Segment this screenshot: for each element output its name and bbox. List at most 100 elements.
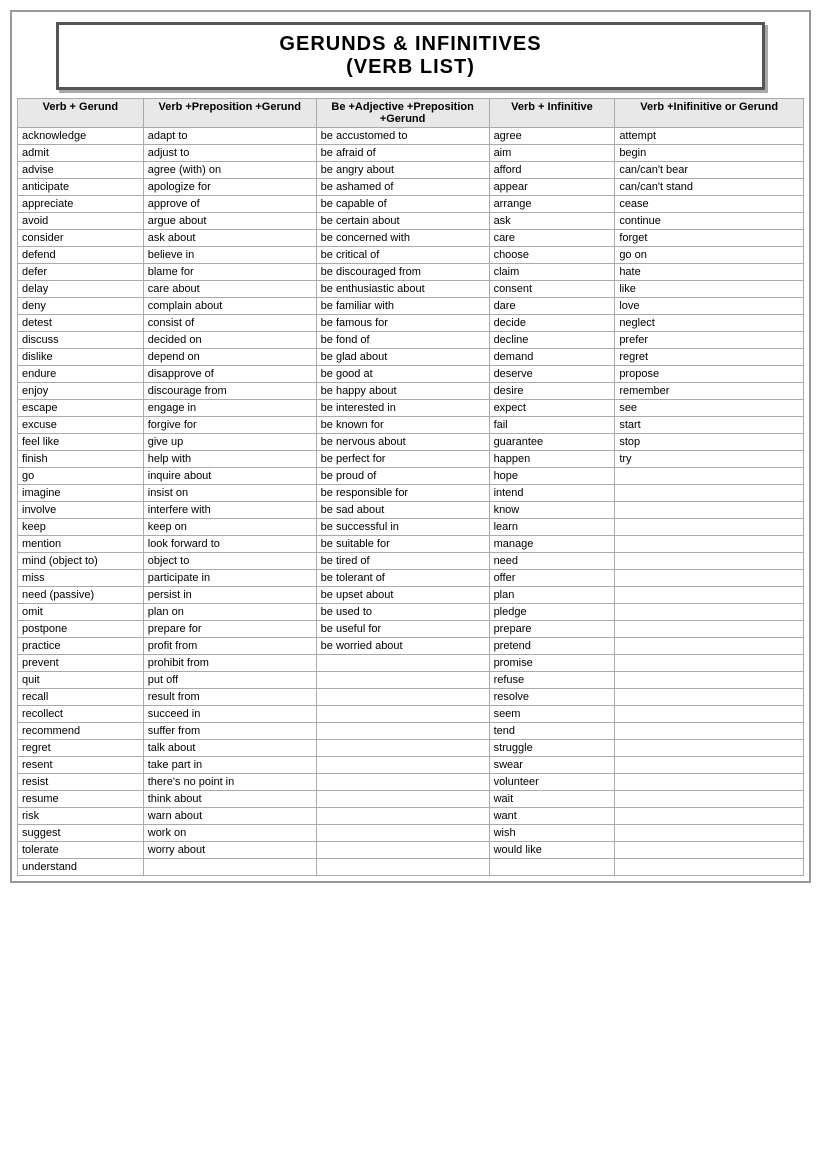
table-cell: miss (18, 570, 144, 587)
table-cell: defend (18, 247, 144, 264)
table-cell: manage (489, 536, 615, 553)
table-cell: delay (18, 281, 144, 298)
table-cell (615, 740, 804, 757)
table-cell (615, 808, 804, 825)
table-cell: need (passive) (18, 587, 144, 604)
table-cell: can/can't stand (615, 179, 804, 196)
table-row: adviseagree (with) onbe angry aboutaffor… (18, 162, 804, 179)
table-cell: keep (18, 519, 144, 536)
table-cell: prohibit from (143, 655, 316, 672)
table-cell: stop (615, 434, 804, 451)
table-cell: finish (18, 451, 144, 468)
table-row: avoidargue aboutbe certain aboutaskconti… (18, 213, 804, 230)
table-cell: struggle (489, 740, 615, 757)
title-box: GERUNDS & INFINITIVES (VERB LIST) (56, 22, 764, 90)
table-row: detestconsist ofbe famous fordecidenegle… (18, 315, 804, 332)
table-cell (615, 791, 804, 808)
table-cell: understand (18, 859, 144, 876)
table-row: recallresult fromresolve (18, 689, 804, 706)
table-row: preventprohibit frompromise (18, 655, 804, 672)
table-cell: decided on (143, 332, 316, 349)
table-cell: be responsible for (316, 485, 489, 502)
table-cell: happen (489, 451, 615, 468)
table-cell: ask about (143, 230, 316, 247)
table-cell: decide (489, 315, 615, 332)
table-row: delaycare aboutbe enthusiastic aboutcons… (18, 281, 804, 298)
table-row: imagineinsist onbe responsible forintend (18, 485, 804, 502)
main-table: Verb + Gerund Verb +Preposition +Gerund … (17, 98, 804, 876)
title-line1: GERUNDS & INFINITIVES (69, 33, 751, 56)
table-cell: tolerate (18, 842, 144, 859)
table-cell: avoid (18, 213, 144, 230)
table-row: deferblame forbe discouraged fromclaimha… (18, 264, 804, 281)
table-cell: disapprove of (143, 366, 316, 383)
table-cell: acknowledge (18, 128, 144, 145)
title-line2: (VERB LIST) (69, 56, 751, 79)
table-cell: inquire about (143, 468, 316, 485)
table-cell: plan on (143, 604, 316, 621)
table-cell: see (615, 400, 804, 417)
table-cell: regret (615, 349, 804, 366)
table-cell: be proud of (316, 468, 489, 485)
table-cell: aim (489, 145, 615, 162)
table-cell (615, 689, 804, 706)
table-cell: interfere with (143, 502, 316, 519)
table-cell: work on (143, 825, 316, 842)
table-cell: arrange (489, 196, 615, 213)
table-cell (615, 638, 804, 655)
table-cell: dislike (18, 349, 144, 366)
table-row: resumethink aboutwait (18, 791, 804, 808)
table-cell: engage in (143, 400, 316, 417)
table-cell: result from (143, 689, 316, 706)
table-row: enjoydiscourage frombe happy aboutdesire… (18, 383, 804, 400)
table-cell: agree (with) on (143, 162, 316, 179)
table-cell: plan (489, 587, 615, 604)
table-row: admitadjust tobe afraid ofaimbegin (18, 145, 804, 162)
table-cell: decline (489, 332, 615, 349)
table-cell: like (615, 281, 804, 298)
table-row: enduredisapprove ofbe good atdeserveprop… (18, 366, 804, 383)
table-row: involveinterfere withbe sad aboutknow (18, 502, 804, 519)
table-row: finishhelp withbe perfect forhappentry (18, 451, 804, 468)
table-cell: omit (18, 604, 144, 621)
table-cell (316, 689, 489, 706)
page-wrapper: GERUNDS & INFINITIVES (VERB LIST) Verb +… (10, 10, 811, 883)
table-cell: discourage from (143, 383, 316, 400)
table-cell: consider (18, 230, 144, 247)
table-cell: demand (489, 349, 615, 366)
table-cell: appear (489, 179, 615, 196)
table-cell: resolve (489, 689, 615, 706)
table-cell: keep on (143, 519, 316, 536)
table-cell: cease (615, 196, 804, 213)
table-cell: be afraid of (316, 145, 489, 162)
table-cell: profit from (143, 638, 316, 655)
table-cell: mind (object to) (18, 553, 144, 570)
table-cell: prefer (615, 332, 804, 349)
table-cell: pretend (489, 638, 615, 655)
table-cell (615, 502, 804, 519)
table-cell: be interested in (316, 400, 489, 417)
table-row: missparticipate inbe tolerant ofoffer (18, 570, 804, 587)
table-cell: forgive for (143, 417, 316, 434)
table-cell: be certain about (316, 213, 489, 230)
header-row: Verb + Gerund Verb +Preposition +Gerund … (18, 99, 804, 128)
table-cell: be tolerant of (316, 570, 489, 587)
table-cell (316, 740, 489, 757)
table-row: practiceprofit frombe worried aboutprete… (18, 638, 804, 655)
table-row: dislikedepend onbe glad aboutdemandregre… (18, 349, 804, 366)
table-cell (316, 859, 489, 876)
table-cell: detest (18, 315, 144, 332)
table-cell: continue (615, 213, 804, 230)
table-cell: be famous for (316, 315, 489, 332)
table-cell: fail (489, 417, 615, 434)
table-cell: adapt to (143, 128, 316, 145)
table-row: anticipateapologize forbe ashamed ofappe… (18, 179, 804, 196)
table-cell: deserve (489, 366, 615, 383)
table-cell: involve (18, 502, 144, 519)
table-row: excuseforgive forbe known forfailstart (18, 417, 804, 434)
table-cell: think about (143, 791, 316, 808)
table-cell (615, 825, 804, 842)
table-cell: recollect (18, 706, 144, 723)
header-col1: Verb + Gerund (18, 99, 144, 128)
table-cell: propose (615, 366, 804, 383)
